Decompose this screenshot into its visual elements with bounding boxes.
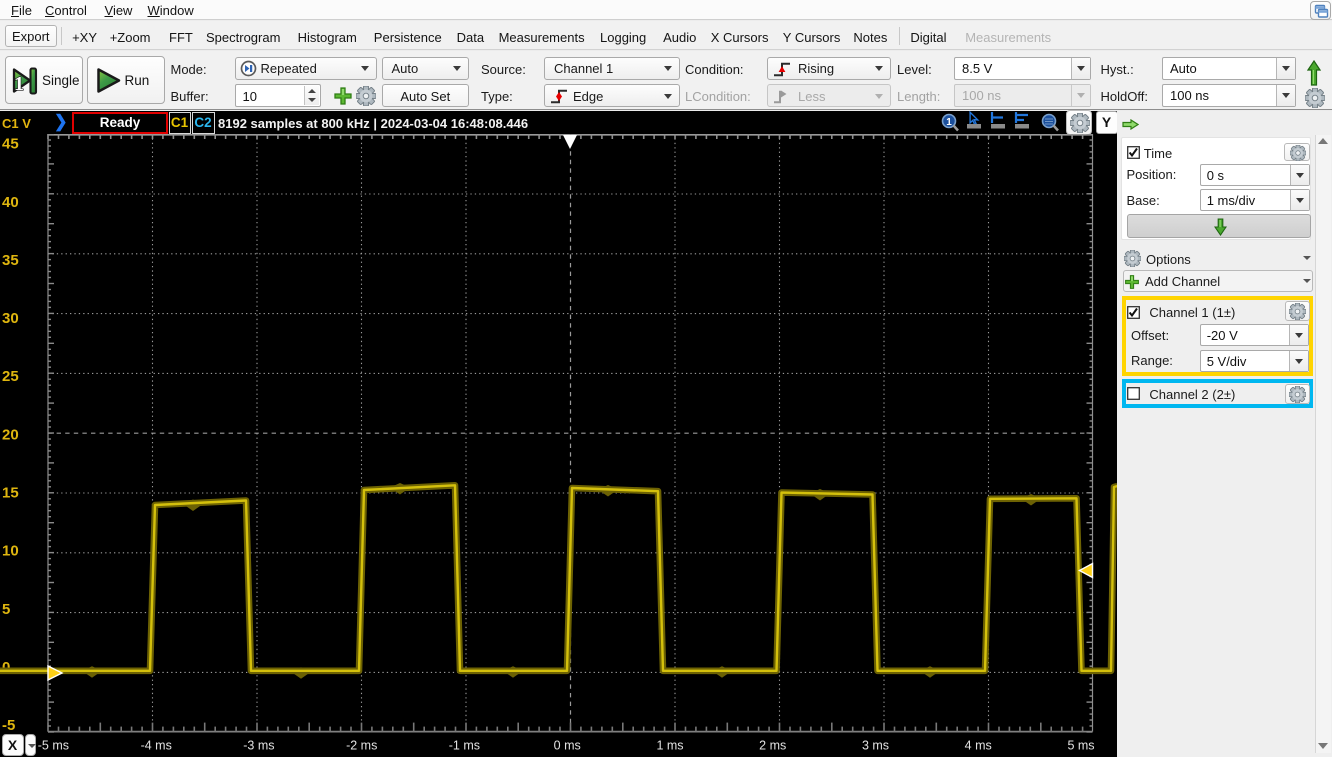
svg-text:-3 ms: -3 ms: [243, 739, 274, 753]
svg-text:4 ms: 4 ms: [965, 739, 992, 753]
svg-text:5 ms: 5 ms: [1067, 739, 1094, 753]
svg-text:-5: -5: [2, 717, 15, 734]
svg-text:1 ms: 1 ms: [656, 739, 683, 753]
svg-text:5: 5: [2, 601, 10, 618]
svg-text:0 ms: 0 ms: [554, 739, 581, 753]
svg-text:35: 35: [2, 252, 19, 269]
svg-text:-2 ms: -2 ms: [346, 739, 377, 753]
svg-text:45: 45: [2, 136, 19, 153]
svg-text:40: 40: [2, 194, 19, 211]
svg-text:30: 30: [2, 310, 19, 327]
svg-text:1: 1: [946, 117, 952, 128]
svg-text:25: 25: [2, 368, 19, 385]
svg-text:15: 15: [2, 485, 19, 502]
svg-text:1: 1: [14, 73, 24, 95]
svg-text:-4 ms: -4 ms: [141, 739, 172, 753]
svg-text:20: 20: [2, 426, 19, 443]
svg-text:3 ms: 3 ms: [862, 739, 889, 753]
svg-text:10: 10: [2, 543, 19, 560]
svg-text:2 ms: 2 ms: [759, 739, 786, 753]
svg-text:-1 ms: -1 ms: [449, 739, 480, 753]
svg-text:-5 ms: -5 ms: [38, 739, 69, 753]
